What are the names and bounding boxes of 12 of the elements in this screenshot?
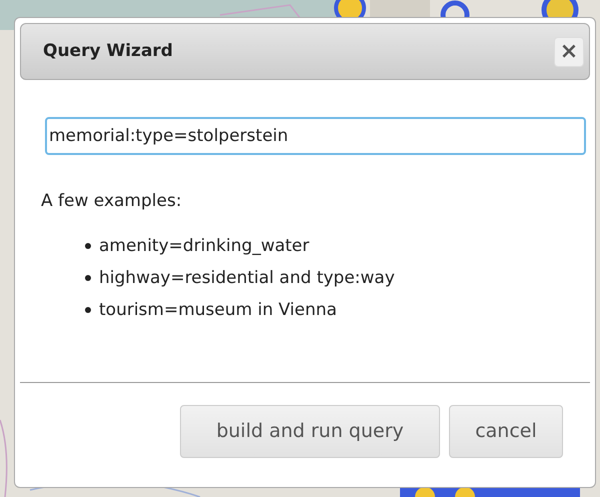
close-button[interactable]: × <box>554 36 584 66</box>
dialog-title: Query Wizard <box>43 40 173 63</box>
example-text: highway=residential and type:way <box>99 266 395 290</box>
bullet-icon <box>85 275 91 281</box>
example-text: amenity=drinking_water <box>99 234 310 258</box>
example-text: tourism=museum in Vienna <box>99 298 337 322</box>
examples-heading: A few examples: <box>41 190 183 213</box>
cancel-button[interactable]: cancel <box>449 405 563 458</box>
bullet-icon <box>85 307 91 313</box>
run-query-button[interactable]: build and run query <box>180 405 440 458</box>
query-field[interactable]: memorial:type=stolperstein <box>45 117 586 155</box>
bullet-icon <box>85 243 91 249</box>
